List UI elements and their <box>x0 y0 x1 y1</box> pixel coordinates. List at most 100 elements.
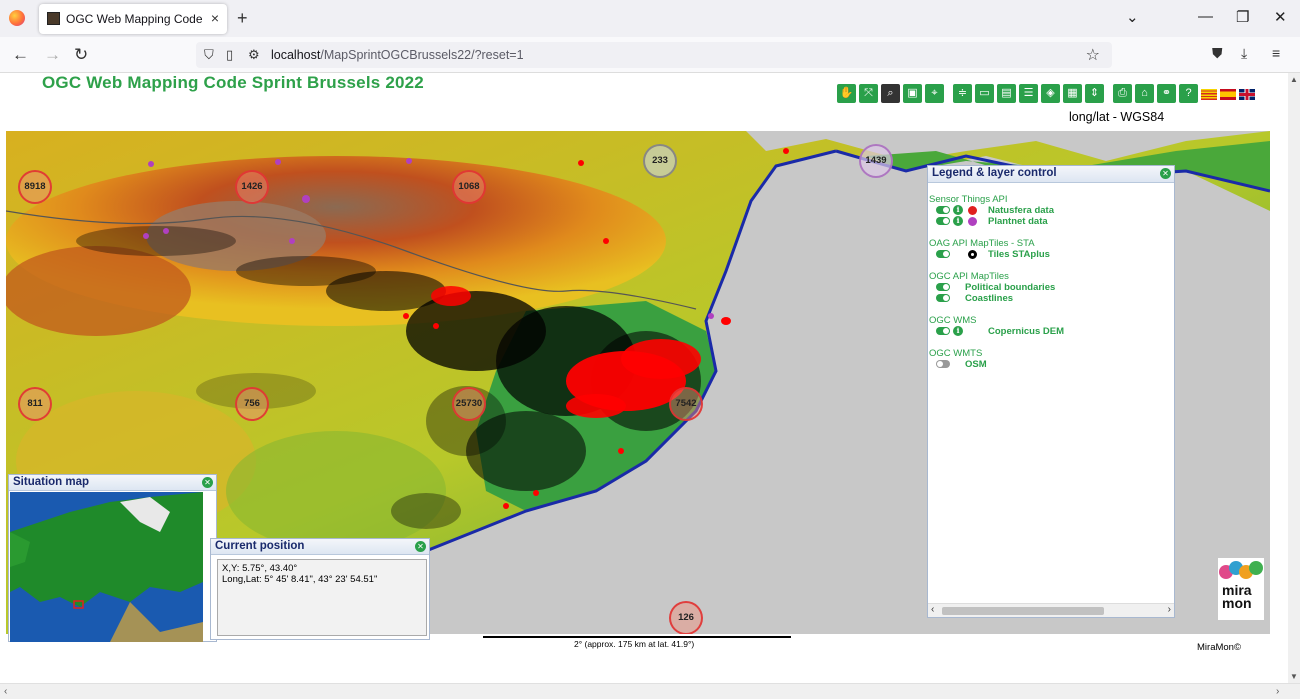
cluster-marker[interactable]: 25730 <box>452 387 486 421</box>
layer-label[interactable]: Natusfera data <box>988 205 1054 216</box>
legend-title: Legend & layer control <box>928 166 1174 183</box>
info-icon[interactable]: i <box>953 205 963 215</box>
bookmark-star-icon[interactable]: ☆ <box>1086 45 1100 65</box>
cluster-marker[interactable]: 811 <box>18 387 52 421</box>
layer-label[interactable]: Copernicus DEM <box>988 326 1064 337</box>
layer-visibility-toggle[interactable] <box>936 294 950 302</box>
browser-tab[interactable]: OGC Web Mapping Code Sprint Brussels 202… <box>39 4 227 34</box>
ruler-icon[interactable]: ⇕ <box>1085 84 1104 103</box>
current-position-close-icon[interactable]: ✕ <box>415 541 426 552</box>
display-icon[interactable]: ▭ <box>975 84 994 103</box>
layer-label[interactable]: Plantnet data <box>988 216 1048 227</box>
current-position-readout: X,Y: 5.75°, 43.40° Long,Lat: 5° 45' 8.41… <box>217 559 427 636</box>
scroll-right-icon[interactable]: › <box>1276 686 1279 697</box>
scroll-left-icon[interactable]: ‹ <box>931 604 934 615</box>
legend-layer-row: i Plantnet data <box>928 216 1174 227</box>
url-text[interactable]: localhost/MapSprintOGCBrussels22/?reset=… <box>271 48 524 62</box>
tab-close-icon[interactable]: × <box>211 10 219 26</box>
cluster-marker[interactable]: 756 <box>235 387 269 421</box>
legend-group-title: OGC API MapTiles <box>929 271 1009 282</box>
page-vertical-scrollbar[interactable]: ▲ ▼ <box>1288 73 1300 683</box>
scroll-right-icon[interactable]: › <box>1168 604 1171 615</box>
legend-layer-row: Coastlines <box>928 293 1174 304</box>
scroll-down-icon[interactable]: ▼ <box>1290 672 1298 681</box>
layer-visibility-toggle[interactable] <box>936 360 950 368</box>
page-horizontal-scrollbar[interactable]: ‹ › <box>0 683 1300 699</box>
scroll-left-icon[interactable]: ‹ <box>4 686 7 697</box>
print-icon[interactable]: ⎙ <box>1113 84 1132 103</box>
layer-visibility-toggle[interactable] <box>936 206 950 214</box>
english-flag-icon[interactable] <box>1239 89 1255 100</box>
cluster-marker[interactable]: 8918 <box>18 170 52 204</box>
locate-icon[interactable]: ⌖ <box>925 84 944 103</box>
situation-close-icon[interactable]: ✕ <box>202 477 213 488</box>
layer-label[interactable]: OSM <box>965 359 987 370</box>
layer-visibility-toggle[interactable] <box>936 327 950 335</box>
cluster-marker[interactable]: 1068 <box>452 170 486 204</box>
menu-icon[interactable]: ≡ <box>1272 45 1280 61</box>
layer-visibility-toggle[interactable] <box>936 250 950 258</box>
layer-label[interactable]: Tiles STAplus <box>988 249 1050 260</box>
legend-horizontal-scrollbar[interactable]: ‹ › <box>928 603 1174 617</box>
permissions-icon[interactable]: ⚙ <box>248 47 260 63</box>
miramon-logo-text: mira mon <box>1222 582 1252 611</box>
layer-label[interactable]: Coastlines <box>965 293 1013 304</box>
catalan-flag-icon[interactable] <box>1201 89 1217 100</box>
cluster-marker[interactable]: 1439 <box>859 144 893 178</box>
pan-hand-icon[interactable]: ✋ <box>837 84 856 103</box>
home-view-icon[interactable]: ⌂ <box>1135 84 1154 103</box>
tiles-symbol-icon <box>968 250 977 259</box>
query-icon[interactable]: ⌕ <box>881 84 900 103</box>
restore-button[interactable]: ❐ <box>1236 8 1249 26</box>
layer-visibility-toggle[interactable] <box>936 217 950 225</box>
miramon-logo-graphic <box>1219 561 1263 579</box>
picture-icon[interactable]: ▤ <box>997 84 1016 103</box>
database-icon[interactable]: ☰ <box>1019 84 1038 103</box>
spanish-flag-icon[interactable] <box>1220 89 1236 100</box>
miramon-logo[interactable]: mira mon <box>1218 558 1264 620</box>
settings-sliders-icon[interactable]: ≑ <box>953 84 972 103</box>
cluster-marker[interactable]: 7542 <box>669 387 703 421</box>
cluster-marker[interactable]: 233 <box>643 144 677 178</box>
layers-icon[interactable]: ◈ <box>1041 84 1060 103</box>
situation-mini-map[interactable] <box>10 492 203 642</box>
reload-icon[interactable]: ↻ <box>74 45 88 65</box>
url-bar[interactable]: ⛉ ▯ ⚙ localhost/MapSprintOGCBrussels22/?… <box>196 42 1112 68</box>
pocket-icon[interactable]: ⛊ <box>1212 45 1223 62</box>
legend-group-title: OAG API MapTiles - STA <box>929 238 1035 249</box>
shield-icon[interactable]: ⛉ <box>204 47 214 63</box>
firefox-icon[interactable] <box>9 10 25 26</box>
layer-label[interactable]: Political boundaries <box>965 282 1055 293</box>
zoom-extent-icon[interactable]: ⤧ <box>859 84 878 103</box>
new-tab-button[interactable]: + <box>237 8 248 29</box>
legend-close-icon[interactable]: ✕ <box>1160 168 1171 179</box>
help-icon[interactable]: ? <box>1179 84 1198 103</box>
tab-title: OGC Web Mapping Code Sprint Brussels 202… <box>66 12 206 26</box>
minimize-button[interactable]: — <box>1198 8 1213 25</box>
forward-icon[interactable]: → <box>44 45 61 65</box>
layer-visibility-toggle[interactable] <box>936 283 950 291</box>
legend-layer-row: Political boundaries <box>928 282 1174 293</box>
legend-layer-row: Tiles STAplus <box>928 249 1174 260</box>
info-icon[interactable]: i <box>953 326 963 336</box>
close-window-button[interactable]: ✕ <box>1274 8 1287 26</box>
miramon-credit: MiraMon© <box>1197 642 1241 653</box>
info-icon[interactable]: i <box>953 216 963 226</box>
legend-panel: Legend & layer control ✕ Sensor Things A… <box>927 165 1175 618</box>
list-all-tabs-icon[interactable]: ⌄ <box>1126 8 1139 26</box>
calculator-icon[interactable]: ▦ <box>1063 84 1082 103</box>
cluster-marker[interactable]: 1426 <box>235 170 269 204</box>
back-icon[interactable]: ← <box>12 45 29 65</box>
legend-group-title: OGC WMTS <box>929 348 983 359</box>
link-icon[interactable]: ⚭ <box>1157 84 1176 103</box>
legend-layer-row: i Copernicus DEM <box>928 326 1174 337</box>
cluster-marker[interactable]: 126 <box>669 601 703 634</box>
site-favicon-icon <box>47 12 60 25</box>
image-icon[interactable]: ▣ <box>903 84 922 103</box>
map-toolbar: ✋ ⤧ ⌕ ▣ ⌖ ≑ ▭ ▤ ☰ ◈ ▦ ⇕ ⎙ ⌂ ⚭ ? <box>837 84 1255 103</box>
page-title: OGC Web Mapping Code Sprint Brussels 202… <box>42 73 424 92</box>
scroll-up-icon[interactable]: ▲ <box>1290 75 1298 84</box>
scrollbar-thumb[interactable] <box>942 607 1104 615</box>
downloads-icon[interactable]: ⤓ <box>1241 45 1247 62</box>
page-icon[interactable]: ▯ <box>226 47 233 63</box>
